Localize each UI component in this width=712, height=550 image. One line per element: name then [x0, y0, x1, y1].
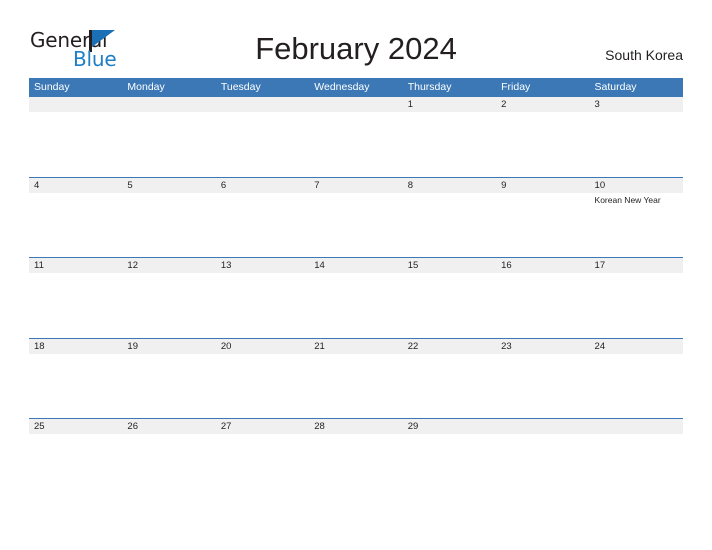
day-number[interactable]: 3 — [590, 97, 683, 112]
day-cell[interactable] — [29, 354, 122, 419]
day-cell[interactable] — [122, 273, 215, 338]
day-number[interactable]: 22 — [403, 339, 496, 354]
day-cell[interactable] — [122, 193, 215, 258]
day-cell[interactable] — [216, 354, 309, 419]
weekday-wednesday: Wednesday — [314, 81, 370, 93]
day-cell[interactable] — [309, 112, 402, 177]
day-cell[interactable] — [403, 434, 496, 499]
day-number[interactable]: 17 — [590, 258, 683, 273]
week-date-band: 4 5 6 7 8 9 10 — [29, 176, 683, 193]
week-row: 11 12 13 14 15 16 17 — [29, 257, 683, 338]
weekday-header-row: Sunday Monday Tuesday Wednesday Thursday… — [29, 78, 683, 96]
day-cell[interactable] — [122, 112, 215, 177]
day-cell[interactable] — [403, 193, 496, 258]
day-number[interactable]: 12 — [122, 258, 215, 273]
day-cell[interactable] — [309, 434, 402, 499]
day-cell[interactable] — [496, 434, 589, 499]
day-cell[interactable] — [216, 193, 309, 258]
day-number[interactable]: 9 — [496, 178, 589, 193]
day-cell[interactable] — [309, 193, 402, 258]
day-number[interactable]: 28 — [309, 419, 402, 434]
day-number[interactable]: 7 — [309, 178, 402, 193]
weekday-friday: Friday — [501, 81, 531, 93]
week-date-band: 1 2 3 — [29, 96, 683, 112]
page-header: General Blue February 2024 South Korea — [0, 0, 712, 78]
day-number[interactable]: 26 — [122, 419, 215, 434]
day-number[interactable]: 8 — [403, 178, 496, 193]
day-number[interactable]: 4 — [29, 178, 122, 193]
day-cell[interactable] — [29, 273, 122, 338]
weekday-saturday: Saturday — [594, 81, 637, 93]
day-cell[interactable] — [122, 434, 215, 499]
day-cell[interactable] — [309, 354, 402, 419]
day-number[interactable] — [216, 97, 309, 112]
day-number[interactable]: 29 — [403, 419, 496, 434]
day-number[interactable]: 23 — [496, 339, 589, 354]
weekday-monday: Monday — [127, 81, 165, 93]
day-number[interactable] — [309, 97, 402, 112]
week-event-body: Korean New Year — [29, 193, 683, 258]
day-cell[interactable] — [496, 193, 589, 258]
day-number[interactable]: 19 — [122, 339, 215, 354]
country-label: South Korea — [605, 47, 683, 63]
day-cell[interactable] — [29, 193, 122, 258]
week-event-body — [29, 354, 683, 419]
day-cell[interactable] — [496, 273, 589, 338]
day-cell[interactable] — [122, 354, 215, 419]
day-number[interactable]: 10 — [590, 178, 683, 193]
day-number[interactable]: 1 — [403, 97, 496, 112]
day-cell[interactable] — [590, 112, 683, 177]
day-cell[interactable] — [29, 434, 122, 499]
day-cell[interactable] — [496, 354, 589, 419]
day-cell[interactable] — [403, 354, 496, 419]
day-number[interactable] — [496, 419, 589, 434]
week-row: 1 2 3 — [29, 96, 683, 177]
weekday-thursday: Thursday — [407, 81, 452, 93]
day-cell[interactable] — [216, 273, 309, 338]
day-number[interactable]: 5 — [122, 178, 215, 193]
day-number[interactable]: 24 — [590, 339, 683, 354]
day-number[interactable]: 25 — [29, 419, 122, 434]
day-cell[interactable] — [403, 112, 496, 177]
day-number[interactable]: 13 — [216, 258, 309, 273]
day-cell[interactable] — [590, 354, 683, 419]
day-cell[interactable] — [309, 273, 402, 338]
week-date-band: 25 26 27 28 29 — [29, 418, 683, 434]
day-number[interactable]: 6 — [216, 178, 309, 193]
day-cell[interactable] — [590, 273, 683, 338]
day-number[interactable]: 11 — [29, 258, 122, 273]
day-cell[interactable] — [403, 273, 496, 338]
day-number[interactable] — [122, 97, 215, 112]
week-row: 25 26 27 28 29 — [29, 418, 683, 499]
day-number[interactable] — [590, 419, 683, 434]
day-number[interactable]: 14 — [309, 258, 402, 273]
day-cell[interactable] — [29, 112, 122, 177]
week-event-body — [29, 273, 683, 338]
week-date-band: 18 19 20 21 22 23 24 — [29, 337, 683, 354]
day-number[interactable] — [29, 97, 122, 112]
day-number[interactable]: 16 — [496, 258, 589, 273]
day-number[interactable]: 20 — [216, 339, 309, 354]
day-number[interactable]: 2 — [496, 97, 589, 112]
day-number[interactable]: 27 — [216, 419, 309, 434]
day-cell[interactable]: Korean New Year — [590, 193, 683, 258]
day-cell[interactable] — [216, 434, 309, 499]
weekday-tuesday: Tuesday — [220, 81, 261, 93]
day-number[interactable]: 21 — [309, 339, 402, 354]
week-date-band: 11 12 13 14 15 16 17 — [29, 257, 683, 273]
day-number[interactable]: 18 — [29, 339, 122, 354]
day-cell[interactable] — [590, 434, 683, 499]
week-event-body — [29, 112, 683, 177]
day-number[interactable]: 15 — [403, 258, 496, 273]
week-row: 4 5 6 7 8 9 10 Korean New Year — [29, 176, 683, 258]
calendar-grid: Sunday Monday Tuesday Wednesday Thursday… — [29, 78, 683, 499]
day-event: Korean New Year — [594, 194, 661, 205]
day-cell[interactable] — [496, 112, 589, 177]
day-cell[interactable] — [216, 112, 309, 177]
week-row: 18 19 20 21 22 23 24 — [29, 337, 683, 419]
weekday-sunday: Sunday — [34, 81, 70, 93]
week-event-body — [29, 434, 683, 499]
